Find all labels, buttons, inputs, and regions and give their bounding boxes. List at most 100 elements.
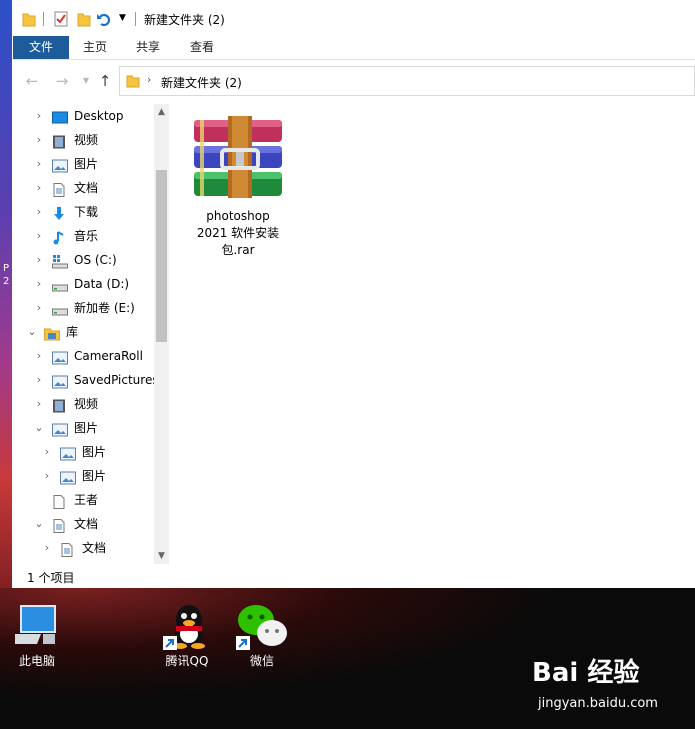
nav-item-label: 图片 bbox=[82, 445, 107, 459]
nav-item-label: 新加卷 (E:) bbox=[74, 301, 135, 315]
scrollbar-thumb[interactable] bbox=[156, 170, 167, 342]
ribbon-tabs: 文件 主页 共享 查看 bbox=[12, 36, 695, 60]
folder-icon bbox=[22, 11, 36, 27]
nav-item-label: 图片 bbox=[82, 469, 107, 483]
nav-item-music[interactable]: › 音乐 bbox=[12, 224, 154, 248]
expand-chevron-icon[interactable]: › bbox=[33, 176, 45, 200]
title-bar: ▼ 新建文件夹 (2) bbox=[12, 0, 695, 36]
undo-icon[interactable] bbox=[96, 11, 112, 27]
expand-chevron-icon[interactable]: › bbox=[33, 392, 45, 416]
pictures-folder-icon bbox=[60, 445, 76, 461]
collapse-chevron-icon[interactable]: ⌄ bbox=[33, 512, 45, 536]
nav-item-documents[interactable]: › 文档 bbox=[12, 176, 154, 200]
tab-home[interactable]: 主页 bbox=[70, 36, 120, 60]
address-path[interactable]: 新建文件夹 (2) bbox=[161, 74, 242, 91]
nav-item-downloads[interactable]: › 下载 bbox=[12, 200, 154, 224]
documents-folder-icon bbox=[52, 181, 68, 197]
nav-item-label: 视频 bbox=[74, 133, 99, 147]
this-pc-icon bbox=[13, 604, 59, 649]
scroll-down-arrow-icon[interactable]: ▼ bbox=[154, 548, 169, 564]
expand-chevron-icon[interactable]: › bbox=[41, 536, 53, 560]
libraries-icon bbox=[44, 325, 60, 341]
navigation-pane-scrollbar[interactable]: ▲ ▼ bbox=[154, 104, 169, 564]
desktop-icon-label: 腾讯QQ bbox=[165, 654, 209, 668]
nav-item-pictures-sub-2[interactable]: › 图片 bbox=[12, 464, 154, 488]
documents-folder-icon bbox=[52, 517, 68, 533]
expand-chevron-icon[interactable]: › bbox=[33, 128, 45, 152]
nav-item-library-videos[interactable]: › 视频 bbox=[12, 392, 154, 416]
properties-icon[interactable] bbox=[54, 11, 68, 27]
nav-item-documents-sub[interactable]: › 文档 bbox=[12, 536, 154, 560]
forward-arrow-icon[interactable]: → bbox=[52, 71, 72, 91]
library-folder-icon bbox=[52, 349, 68, 365]
tab-file[interactable]: 文件 bbox=[13, 36, 69, 60]
new-folder-icon[interactable] bbox=[77, 11, 91, 27]
title-separator bbox=[135, 12, 136, 26]
scroll-up-arrow-icon[interactable]: ▲ bbox=[154, 104, 169, 120]
nav-item-wangzhe[interactable]: 王者 bbox=[12, 488, 154, 512]
window-title: 新建文件夹 (2) bbox=[144, 13, 225, 27]
expand-chevron-icon[interactable]: › bbox=[33, 248, 45, 272]
nav-item-library-pictures[interactable]: ⌄ 图片 bbox=[12, 416, 154, 440]
breadcrumb-chevron-icon[interactable]: › bbox=[147, 73, 151, 86]
expand-chevron-icon[interactable]: › bbox=[41, 440, 53, 464]
desktop-peek-text: P 2 bbox=[3, 263, 10, 287]
nav-item-drive-c[interactable]: › OS (C:) bbox=[12, 248, 154, 272]
downloads-folder-icon bbox=[52, 205, 68, 220]
item-count: 1 个项目 bbox=[27, 571, 75, 585]
nav-item-savedpictures[interactable]: › SavedPictures bbox=[12, 368, 159, 392]
nav-item-label: 图片 bbox=[74, 421, 99, 435]
nav-item-videos[interactable]: › 视频 bbox=[12, 128, 154, 152]
navigation-bar: ← → ▼ ↑ › 新建文件夹 (2) bbox=[12, 62, 695, 100]
tab-view[interactable]: 查看 bbox=[176, 36, 228, 60]
nav-item-label: OS (C:) bbox=[74, 253, 117, 267]
expand-chevron-icon[interactable]: › bbox=[33, 224, 45, 248]
nav-item-drive-d[interactable]: › Data (D:) bbox=[12, 272, 154, 296]
expand-chevron-icon[interactable]: › bbox=[33, 272, 45, 296]
nav-item-library-documents[interactable]: ⌄ 文档 bbox=[12, 512, 154, 536]
expand-chevron-icon[interactable]: › bbox=[33, 296, 45, 320]
expand-chevron-icon[interactable]: › bbox=[33, 200, 45, 224]
nav-item-libraries[interactable]: ⌄ 库 bbox=[12, 320, 154, 344]
pictures-folder-icon bbox=[60, 469, 76, 485]
toolbar-separator bbox=[43, 12, 44, 26]
nav-item-desktop[interactable]: › Desktop bbox=[12, 104, 154, 128]
pictures-folder-icon bbox=[52, 157, 68, 173]
documents-folder-icon bbox=[60, 541, 76, 557]
library-folder-icon bbox=[52, 373, 68, 389]
expand-chevron-icon[interactable]: › bbox=[41, 464, 53, 488]
nav-item-cameraroll[interactable]: › CameraRoll bbox=[12, 344, 154, 368]
explorer-window: ▼ 新建文件夹 (2) 文件 主页 共享 查看 ← → ▼ ↑ › 新建文件夹 … bbox=[12, 0, 695, 588]
document-icon bbox=[52, 493, 68, 509]
nav-item-label: 王者 bbox=[74, 493, 99, 507]
nav-item-label: 音乐 bbox=[74, 229, 99, 243]
drive-icon bbox=[52, 301, 68, 316]
file-item-rar[interactable]: photoshop 2021 软件安装 包.rar bbox=[192, 116, 284, 266]
collapse-chevron-icon[interactable]: ⌄ bbox=[33, 416, 45, 440]
tab-share[interactable]: 共享 bbox=[122, 36, 174, 60]
file-name[interactable]: photoshop 2021 软件安装 包.rar bbox=[192, 208, 284, 259]
ribbon-divider bbox=[12, 59, 695, 60]
system-drive-icon bbox=[52, 253, 68, 269]
nav-item-pictures-sub-1[interactable]: › 图片 bbox=[12, 440, 154, 464]
expand-chevron-icon[interactable]: › bbox=[33, 152, 45, 176]
nav-item-label: Desktop bbox=[74, 109, 124, 123]
collapse-chevron-icon[interactable]: ⌄ bbox=[26, 320, 38, 344]
address-bar[interactable]: › 新建文件夹 (2) bbox=[119, 66, 695, 96]
nav-item-drive-e[interactable]: › 新加卷 (E:) bbox=[12, 296, 154, 320]
nav-item-label: 库 bbox=[66, 325, 79, 339]
nav-item-pictures[interactable]: › 图片 bbox=[12, 152, 154, 176]
nav-item-label: 下载 bbox=[74, 205, 99, 219]
up-arrow-icon[interactable]: ↑ bbox=[95, 71, 115, 91]
back-arrow-icon[interactable]: ← bbox=[22, 71, 42, 91]
customize-toolbar-icon[interactable]: ▼ bbox=[119, 13, 126, 29]
expand-chevron-icon[interactable]: › bbox=[33, 104, 45, 128]
expand-chevron-icon[interactable]: › bbox=[33, 344, 45, 368]
recent-locations-chevron-icon[interactable]: ▼ bbox=[76, 71, 96, 91]
desktop-icon-label: 微信 bbox=[249, 654, 274, 668]
nav-item-label: CameraRoll bbox=[74, 349, 143, 363]
watermark-url: jingyan.baidu.com bbox=[538, 696, 658, 711]
expand-chevron-icon[interactable]: › bbox=[33, 368, 45, 392]
music-folder-icon bbox=[52, 229, 68, 245]
navigation-pane: › Desktop › 视频 › 图片 › 文档 › 下载 › 音乐 › OS … bbox=[12, 104, 168, 564]
